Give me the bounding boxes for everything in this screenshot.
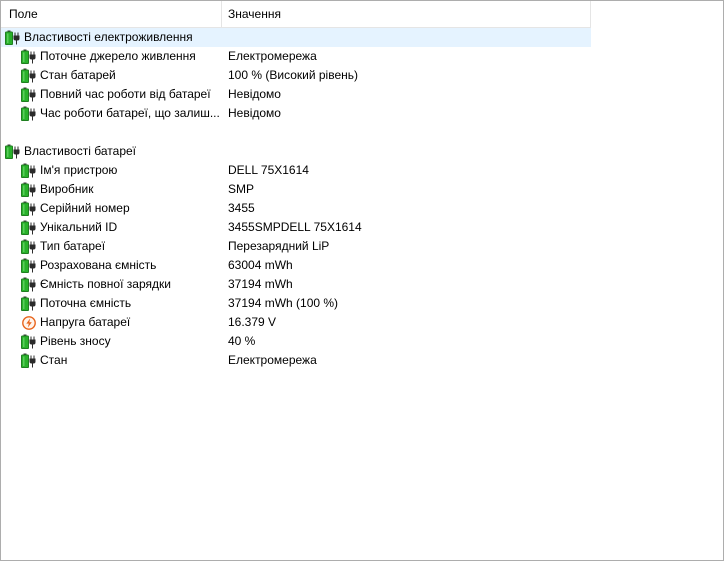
property-value: SMP bbox=[228, 182, 255, 196]
property-label: Стан батарей bbox=[40, 68, 116, 82]
property-label: Повний час роботи від батареї bbox=[40, 87, 211, 101]
property-label: Час роботи батареї, що залиш... bbox=[40, 106, 220, 120]
group-title: Властивості електроживлення bbox=[24, 30, 193, 44]
property-label: Стан bbox=[40, 353, 68, 367]
property-value: Невідомо bbox=[228, 106, 281, 120]
property-value: 3455SMPDELL 75X1614 bbox=[228, 220, 362, 234]
property-row[interactable]: Ім'я пристрою DELL 75X1614 bbox=[1, 161, 723, 180]
property-row[interactable]: Напруга батареї 16.379 V bbox=[1, 313, 723, 332]
property-label: Ім'я пристрою bbox=[40, 163, 118, 177]
group-row[interactable]: Властивості електроживлення bbox=[1, 28, 591, 47]
property-row[interactable]: Виробник SMP bbox=[1, 180, 723, 199]
property-row[interactable]: Час роботи батареї, що залиш... Невідомо bbox=[1, 104, 723, 123]
battery-plug-icon bbox=[21, 182, 37, 197]
property-value: 40 % bbox=[228, 334, 256, 348]
battery-plug-icon bbox=[21, 277, 37, 292]
column-header: Поле Значення bbox=[1, 1, 591, 28]
battery-plug-icon bbox=[21, 334, 37, 349]
group-row[interactable]: Властивості батареї bbox=[1, 142, 723, 161]
properties-list-view: Поле Значення Властивості електроживленн… bbox=[0, 0, 724, 561]
property-row[interactable]: Ємність повної зарядки 37194 mWh bbox=[1, 275, 723, 294]
column-header-field[interactable]: Поле bbox=[1, 1, 222, 27]
property-label: Напруга батареї bbox=[40, 315, 131, 329]
property-value: Електромережа bbox=[228, 49, 317, 63]
battery-plug-icon bbox=[21, 220, 37, 235]
property-row[interactable]: Поточна ємність 37194 mWh (100 %) bbox=[1, 294, 723, 313]
property-label: Рівень зносу bbox=[40, 334, 111, 348]
column-header-value[interactable]: Значення bbox=[222, 1, 591, 27]
property-row[interactable]: Тип батареї Перезарядний LiP bbox=[1, 237, 723, 256]
property-row[interactable]: Унікальний ID 3455SMPDELL 75X1614 bbox=[1, 218, 723, 237]
property-value: 100 % (Високий рівень) bbox=[228, 68, 358, 82]
property-label: Ємність повної зарядки bbox=[40, 277, 171, 291]
battery-plug-icon bbox=[21, 87, 37, 102]
property-value: 37194 mWh (100 %) bbox=[228, 296, 339, 310]
property-row[interactable]: Стан батарей 100 % (Високий рівень) bbox=[1, 66, 723, 85]
property-label: Поточне джерело живлення bbox=[40, 49, 196, 63]
property-label: Виробник bbox=[40, 182, 94, 196]
voltage-bolt-icon bbox=[22, 316, 36, 330]
property-value: Перезарядний LiP bbox=[228, 239, 330, 253]
group-title: Властивості батареї bbox=[24, 144, 137, 158]
battery-plug-icon bbox=[5, 30, 21, 45]
battery-plug-icon bbox=[21, 296, 37, 311]
property-row[interactable]: Рівень зносу 40 % bbox=[1, 332, 723, 351]
property-label: Унікальний ID bbox=[40, 220, 118, 234]
property-label: Поточна ємність bbox=[40, 296, 132, 310]
property-value: Невідомо bbox=[228, 87, 281, 101]
property-value: 37194 mWh bbox=[228, 277, 293, 291]
property-value: DELL 75X1614 bbox=[228, 163, 309, 177]
property-row[interactable]: Повний час роботи від батареї Невідомо bbox=[1, 85, 723, 104]
battery-plug-icon bbox=[21, 258, 37, 273]
property-label: Серійний номер bbox=[40, 201, 130, 215]
property-row[interactable]: Серійний номер 3455 bbox=[1, 199, 723, 218]
property-label: Тип батареї bbox=[40, 239, 106, 253]
property-value: 16.379 V bbox=[228, 315, 277, 329]
property-value: 3455 bbox=[228, 201, 255, 215]
property-row[interactable]: Поточне джерело живлення Електромережа bbox=[1, 47, 723, 66]
battery-plug-icon bbox=[21, 201, 37, 216]
battery-plug-icon bbox=[21, 163, 37, 178]
battery-plug-icon bbox=[21, 353, 37, 368]
property-value: Електромережа bbox=[228, 353, 317, 367]
property-row[interactable]: Стан Електромережа bbox=[1, 351, 723, 370]
property-label: Розрахована ємність bbox=[40, 258, 157, 272]
property-row[interactable]: Розрахована ємність 63004 mWh bbox=[1, 256, 723, 275]
property-value: 63004 mWh bbox=[228, 258, 293, 272]
battery-plug-icon bbox=[5, 144, 21, 159]
battery-plug-icon bbox=[21, 106, 37, 121]
battery-plug-icon bbox=[21, 239, 37, 254]
battery-plug-icon bbox=[21, 68, 37, 83]
battery-plug-icon bbox=[21, 49, 37, 64]
list-body: Властивості електроживлення Поточне джере… bbox=[1, 28, 723, 370]
